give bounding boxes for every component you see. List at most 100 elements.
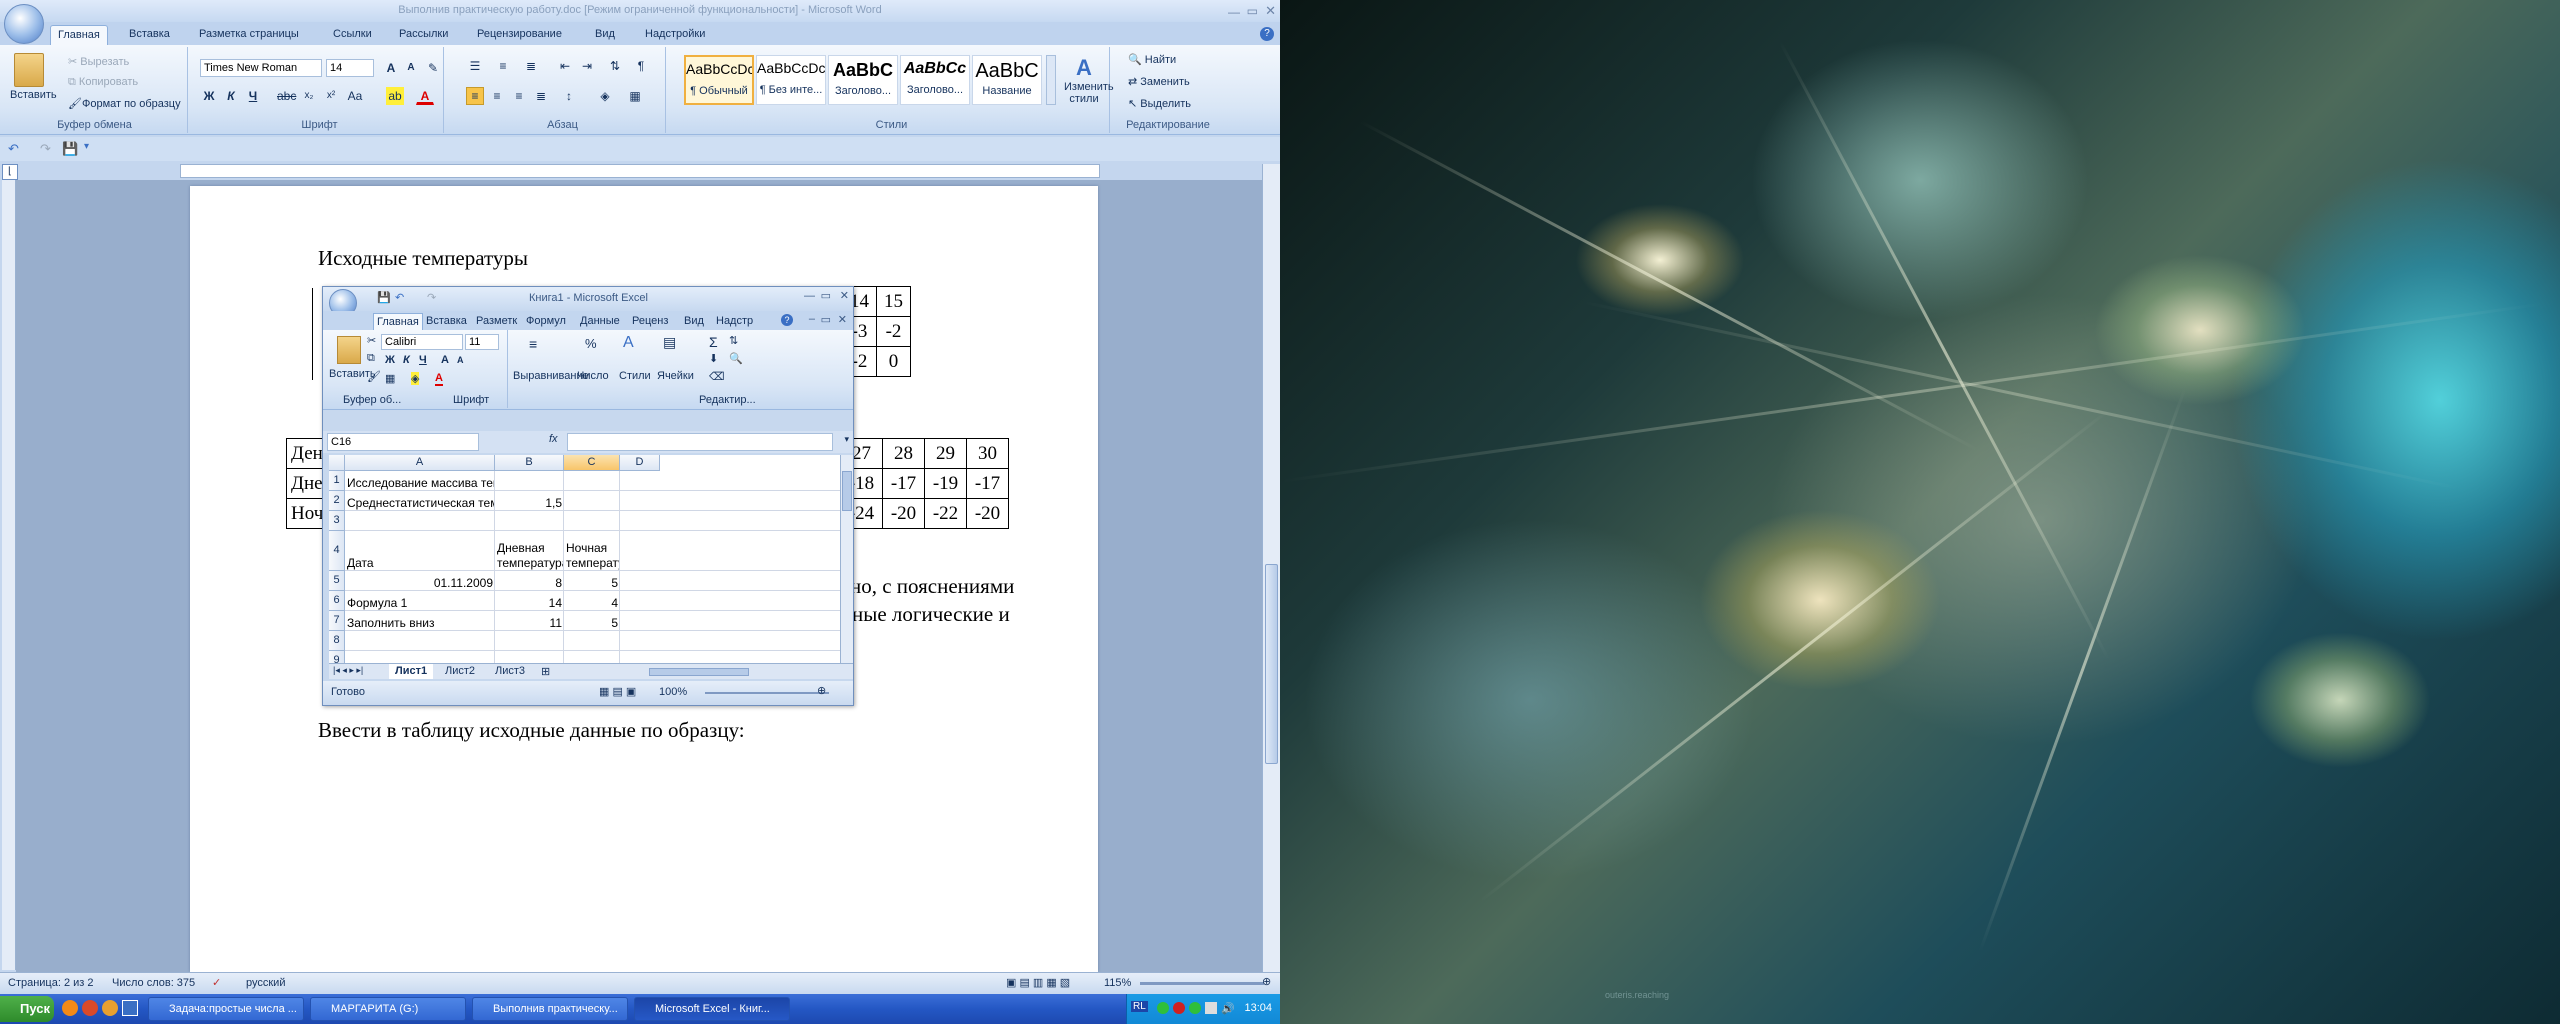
zoom-in-icon[interactable]: ⊕ <box>1262 975 1271 988</box>
cell-b8[interactable] <box>495 631 564 651</box>
redo-icon[interactable]: ↷ <box>40 141 51 157</box>
minimize-icon[interactable]: — <box>1228 2 1240 22</box>
align-right-icon[interactable]: ≡ <box>510 87 528 105</box>
cells-icon[interactable]: ▤ <box>663 334 676 351</box>
help-icon[interactable]: ? <box>1260 27 1274 41</box>
quicklaunch-icon[interactable] <box>82 1000 98 1016</box>
cell-c2[interactable] <box>564 491 620 511</box>
row-header[interactable]: 2 <box>329 491 345 511</box>
scroll-thumb[interactable] <box>1265 564 1278 764</box>
cell-b7[interactable]: 11 <box>495 611 564 631</box>
excel-minimize-icon[interactable]: — <box>804 290 815 302</box>
excel-vertical-scrollbar[interactable] <box>840 455 853 663</box>
workbook-close-icon[interactable]: ✕ <box>838 313 847 326</box>
shrink-font-icon[interactable]: A <box>402 59 420 77</box>
select-button[interactable]: ↖ Выделить <box>1128 97 1191 110</box>
row-header[interactable]: 3 <box>329 511 345 531</box>
worksheet-grid[interactable]: A B C D 1Исследование массива температур… <box>329 455 840 663</box>
cell-a9[interactable] <box>345 651 495 663</box>
tray-icon[interactable] <box>1157 1002 1169 1014</box>
vertical-ruler[interactable] <box>2 180 16 970</box>
cell-b4[interactable]: Дневная температура <box>495 531 564 571</box>
font-name-combo[interactable]: Times New Roman <box>200 59 322 77</box>
vertical-scrollbar[interactable] <box>1262 164 1280 972</box>
style-normal[interactable]: AaBbCcDc ¶ Обычный <box>684 55 754 105</box>
excel-view-buttons[interactable]: ▦ ▤ ▣ <box>599 685 636 698</box>
view-buttons[interactable]: ▣ ▤ ▥ ▦ ▧ <box>1006 976 1070 989</box>
subscript-icon[interactable]: x₂ <box>300 87 318 105</box>
grow-font-icon[interactable]: A <box>382 59 400 77</box>
excel-font-color-icon[interactable]: A <box>435 372 443 386</box>
align-center-icon[interactable]: ≡ <box>488 87 506 105</box>
qat-customize-icon[interactable]: ▾ <box>84 141 89 152</box>
cell-b1[interactable] <box>495 471 564 491</box>
excel-tab-data[interactable]: Данные <box>577 313 623 331</box>
workbook-restore-icon[interactable]: ▭ <box>821 313 831 326</box>
excel-save-icon[interactable]: 💾 <box>377 291 391 304</box>
change-case-icon[interactable]: Aa <box>346 87 364 105</box>
excel-zoom-level[interactable]: 100% <box>659 686 687 698</box>
increase-indent-icon[interactable]: ⇥ <box>578 57 596 75</box>
row-header[interactable]: 8 <box>329 631 345 651</box>
sheet-nav-icons[interactable]: |◂ ◂ ▸ ▸| <box>333 665 363 676</box>
numbering-icon[interactable]: ≡ <box>494 57 512 75</box>
cell-a6[interactable]: Формула 1 <box>345 591 495 611</box>
taskbar-button-word[interactable]: Выполнив практическу... <box>472 997 628 1021</box>
font-size-combo[interactable]: 14 <box>326 59 374 77</box>
spellcheck-icon[interactable]: ✓ <box>212 976 221 989</box>
replace-button[interactable]: ⇄ Заменить <box>1128 75 1190 88</box>
cell-b9[interactable] <box>495 651 564 663</box>
sheet-tab-1[interactable]: Лист1 <box>389 664 434 679</box>
decrease-indent-icon[interactable]: ⇤ <box>556 57 574 75</box>
save-icon[interactable]: 💾 <box>62 141 78 157</box>
paste-icon[interactable] <box>14 53 44 87</box>
cell-c8[interactable] <box>564 631 620 651</box>
excel-tab-formulas[interactable]: Формул <box>523 313 569 331</box>
horizontal-ruler[interactable] <box>180 164 1100 178</box>
cell-a8[interactable] <box>345 631 495 651</box>
undo-icon[interactable]: ↶ <box>8 141 19 157</box>
cell-styles-icon[interactable]: A <box>623 334 634 352</box>
cell-c5[interactable]: 5 <box>564 571 620 591</box>
status-word-count[interactable]: Число слов: 375 <box>112 977 195 989</box>
excel-format-painter-icon[interactable]: 🖌 <box>367 370 381 383</box>
paste-button[interactable]: Вставить <box>10 89 57 101</box>
row-header[interactable]: 5 <box>329 571 345 591</box>
style-heading2[interactable]: AaBbCc Заголово... <box>900 55 970 105</box>
cell-c3[interactable] <box>564 511 620 531</box>
change-styles-button[interactable]: A Изменить стили <box>1064 55 1114 115</box>
cell-a1[interactable]: Исследование массива температур <box>345 471 495 491</box>
strikethrough-icon[interactable]: abc <box>276 87 296 105</box>
excel-tab-review[interactable]: Реценз <box>629 313 671 331</box>
excel-undo-icon[interactable]: ↶ <box>395 291 404 304</box>
column-header[interactable]: C <box>564 455 620 471</box>
bold-icon[interactable]: Ж <box>200 87 218 105</box>
row-header[interactable]: 1 <box>329 471 345 491</box>
excel-scroll-thumb[interactable] <box>842 471 852 511</box>
status-zoom[interactable]: 115% <box>1104 977 1131 989</box>
cell-a2[interactable]: Среднестатистическая температура <box>345 491 495 511</box>
tab-insert[interactable]: Вставка <box>122 25 177 46</box>
autosum-icon[interactable]: Σ <box>709 334 718 350</box>
cell-b5[interactable]: 8 <box>495 571 564 591</box>
borders-icon[interactable]: ▦ <box>626 87 644 105</box>
excel-tab-addins[interactable]: Надстр <box>713 313 756 331</box>
styles-button[interactable]: Стили <box>619 370 651 382</box>
status-page[interactable]: Страница: 2 из 2 <box>8 977 94 989</box>
clear-format-icon[interactable]: ✎ <box>424 59 442 77</box>
cut-button[interactable]: ✂ Вырезать <box>68 55 129 68</box>
format-painter-button[interactable]: 🖌Формат по образцу <box>68 97 181 110</box>
excel-borders-icon[interactable]: ▦ <box>385 372 395 385</box>
taskbar-button-explorer[interactable]: МАРГАРИТА (G:) <box>310 997 466 1021</box>
number-button[interactable]: Число <box>577 370 609 382</box>
tab-mailings[interactable]: Рассылки <box>392 25 455 46</box>
excel-underline-icon[interactable]: Ч <box>419 354 427 366</box>
tray-icon[interactable] <box>1189 1002 1201 1014</box>
tab-page-layout[interactable]: Разметка страницы <box>192 25 306 46</box>
fx-icon[interactable]: fx <box>549 433 558 445</box>
excel-italic-icon[interactable]: К <box>403 354 410 366</box>
excel-font-combo[interactable]: Calibri <box>381 334 463 350</box>
excel-tab-home[interactable]: Главная <box>373 313 423 331</box>
cell-a5[interactable]: 01.11.2009 <box>345 571 495 591</box>
start-button[interactable]: Пуск <box>0 996 54 1022</box>
